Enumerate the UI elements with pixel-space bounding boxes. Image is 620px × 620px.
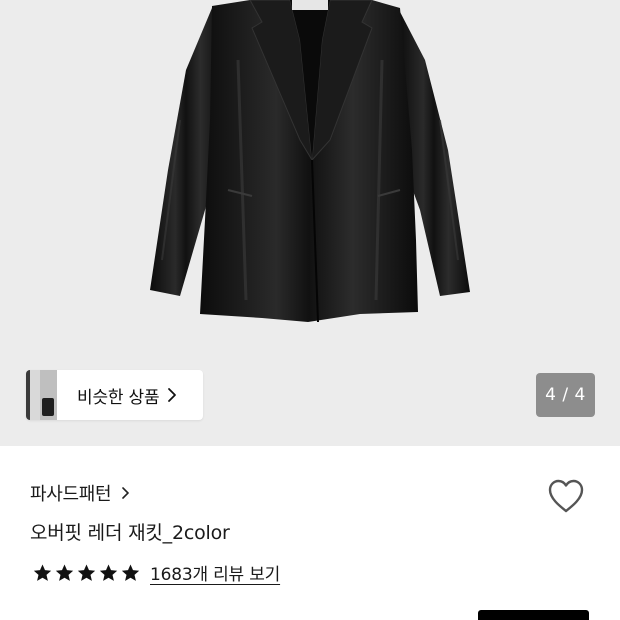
star-filled-icon [77, 564, 96, 581]
star-filled-icon [33, 564, 52, 581]
chevron-right-icon [167, 387, 179, 403]
product-title: 오버핏 레더 재킷_2color [30, 522, 230, 544]
similar-product-thumbnail [26, 370, 57, 420]
star-filled-icon [121, 564, 140, 581]
star-filled-icon [99, 564, 118, 581]
rating-row: 1683개 리뷰 보기 [32, 560, 280, 585]
image-counter: 4 / 4 [536, 373, 595, 417]
review-count-link[interactable]: 1683개 리뷰 보기 [150, 560, 280, 585]
rating-stars [32, 563, 141, 583]
similar-products-button[interactable]: 비슷한 상품 [26, 370, 203, 420]
chevron-right-icon [121, 485, 131, 501]
wishlist-heart-icon[interactable] [547, 478, 585, 514]
star-filled-icon [55, 564, 74, 581]
product-info-section: 파사드패턴 오버핏 레더 재킷_2color 1683개 리뷰 보기 [0, 446, 620, 620]
similar-products-label: 비슷한 상품 [77, 387, 160, 408]
cta-button-edge[interactable] [478, 610, 589, 620]
product-image-gallery[interactable]: 비슷한 상품 4 / 4 [0, 0, 620, 446]
brand-link[interactable]: 파사드패턴 [30, 480, 131, 506]
brand-name: 파사드패턴 [30, 484, 112, 505]
